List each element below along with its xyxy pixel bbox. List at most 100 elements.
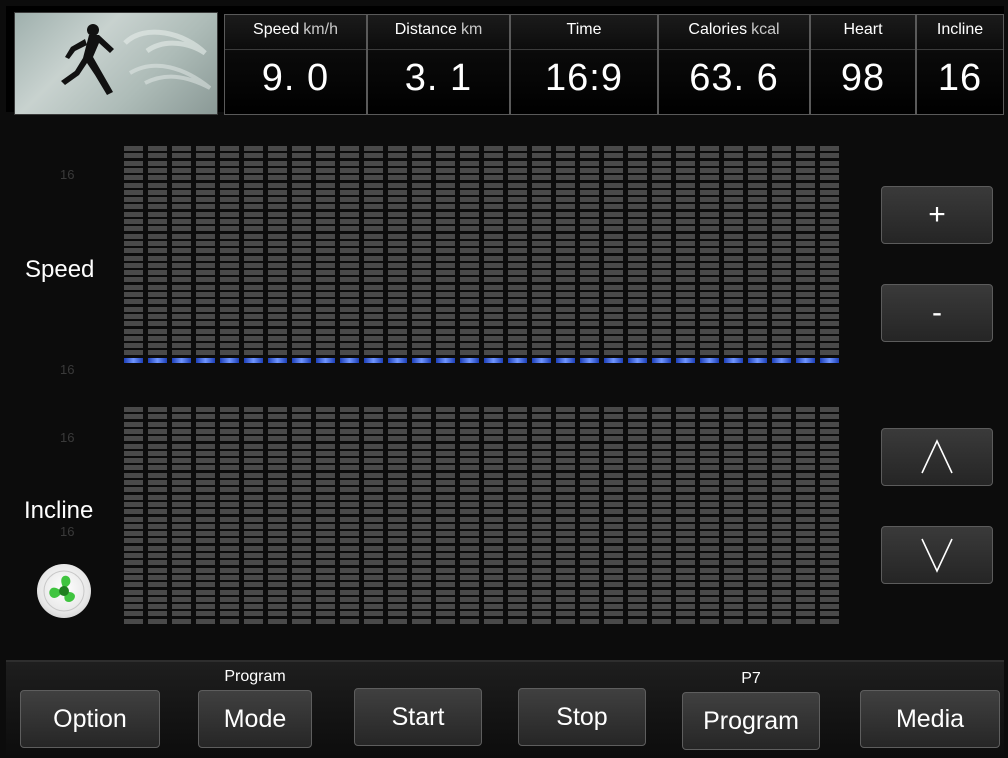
speed-profile-segment bbox=[436, 306, 455, 312]
speed-profile-column[interactable] bbox=[220, 146, 239, 365]
mode-button[interactable]: Mode bbox=[198, 690, 312, 748]
incline-profile-column[interactable] bbox=[220, 407, 239, 626]
incline-profile-column[interactable] bbox=[196, 407, 215, 626]
incline-profile-segment bbox=[196, 407, 215, 412]
distance-stat: Distance km 3. 1 bbox=[367, 14, 510, 115]
media-button[interactable]: Media bbox=[860, 690, 1000, 748]
speed-profile-column[interactable] bbox=[148, 146, 167, 365]
speed-profile-column[interactable] bbox=[508, 146, 527, 365]
incline-profile-segment bbox=[436, 472, 455, 478]
incline-profile-column[interactable] bbox=[796, 407, 815, 626]
incline-profile-column[interactable] bbox=[388, 407, 407, 626]
speed-profile-segment bbox=[484, 343, 503, 349]
incline-profile-column[interactable] bbox=[700, 407, 719, 626]
incline-profile-column[interactable] bbox=[532, 407, 551, 626]
fan-button[interactable] bbox=[37, 564, 91, 618]
incline-profile-column[interactable] bbox=[244, 407, 263, 626]
speed-profile-column[interactable] bbox=[748, 146, 767, 365]
incline-profile-column[interactable] bbox=[628, 407, 647, 626]
speed-profile-column[interactable] bbox=[772, 146, 791, 365]
speed-profile-column[interactable] bbox=[700, 146, 719, 365]
incline-profile-column[interactable] bbox=[820, 407, 839, 626]
decrease-speed-button[interactable]: - bbox=[881, 284, 993, 342]
speed-profile-segment bbox=[508, 175, 527, 181]
speed-profile-segment bbox=[220, 335, 239, 341]
incline-profile-column[interactable] bbox=[316, 407, 335, 626]
speed-profile-column[interactable] bbox=[316, 146, 335, 365]
speed-profile-column[interactable] bbox=[124, 146, 143, 365]
program-button[interactable]: Program bbox=[682, 692, 820, 750]
incline-profile-column[interactable] bbox=[124, 407, 143, 626]
speed-profile-column[interactable] bbox=[388, 146, 407, 365]
speed-profile-column[interactable] bbox=[604, 146, 623, 365]
speed-profile-column[interactable] bbox=[484, 146, 503, 365]
incline-profile-column[interactable] bbox=[292, 407, 311, 626]
incline-profile-column[interactable] bbox=[556, 407, 575, 626]
speed-profile-segment bbox=[772, 211, 791, 217]
incline-profile-column[interactable] bbox=[436, 407, 455, 626]
incline-profile-segment bbox=[244, 574, 263, 580]
incline-profile-segment bbox=[628, 545, 647, 551]
speed-profile-column[interactable] bbox=[724, 146, 743, 365]
speed-profile-column[interactable] bbox=[532, 146, 551, 365]
incline-profile-column[interactable] bbox=[172, 407, 191, 626]
speed-profile-column[interactable] bbox=[628, 146, 647, 365]
incline-profile-column[interactable] bbox=[484, 407, 503, 626]
option-button[interactable]: Option bbox=[20, 690, 160, 748]
speed-profile-segment bbox=[436, 292, 455, 297]
incline-profile-column[interactable] bbox=[724, 407, 743, 626]
incline-profile-segment bbox=[388, 458, 407, 464]
incline-profile-segment bbox=[820, 436, 839, 442]
speed-profile-segment bbox=[460, 350, 479, 356]
incline-profile-column[interactable] bbox=[364, 407, 383, 626]
speed-profile-column[interactable] bbox=[580, 146, 599, 365]
speed-profile-column[interactable] bbox=[172, 146, 191, 365]
incline-profile-segment bbox=[628, 553, 647, 558]
incline-profile-column[interactable] bbox=[508, 407, 527, 626]
incline-profile-column[interactable] bbox=[748, 407, 767, 626]
incline-profile-segment bbox=[676, 553, 695, 558]
decrease-incline-button[interactable] bbox=[881, 526, 993, 584]
incline-profile-column[interactable] bbox=[412, 407, 431, 626]
speed-profile-segment bbox=[412, 357, 431, 363]
speed-profile-column[interactable] bbox=[196, 146, 215, 365]
increase-speed-button[interactable]: + bbox=[881, 186, 993, 244]
incline-stat-label: Incline bbox=[936, 21, 984, 38]
incline-profile-column[interactable] bbox=[148, 407, 167, 626]
stop-button[interactable]: Stop bbox=[518, 688, 646, 746]
incline-profile-graph bbox=[124, 407, 839, 626]
incline-profile-segment bbox=[124, 531, 143, 537]
speed-profile-column[interactable] bbox=[460, 146, 479, 365]
incline-profile-column[interactable] bbox=[604, 407, 623, 626]
speed-profile-column[interactable] bbox=[412, 146, 431, 365]
speed-profile-column[interactable] bbox=[292, 146, 311, 365]
incline-profile-segment bbox=[700, 618, 719, 624]
speed-profile-segment bbox=[388, 328, 407, 334]
incline-profile-column[interactable] bbox=[460, 407, 479, 626]
speed-profile-column[interactable] bbox=[268, 146, 287, 365]
incline-profile-segment bbox=[820, 560, 839, 566]
incline-profile-column[interactable] bbox=[676, 407, 695, 626]
speed-profile-segment bbox=[796, 335, 815, 341]
increase-incline-button[interactable] bbox=[881, 428, 993, 486]
speed-profile-column[interactable] bbox=[340, 146, 359, 365]
speed-profile-column[interactable] bbox=[676, 146, 695, 365]
speed-profile-column[interactable] bbox=[556, 146, 575, 365]
speed-profile-column[interactable] bbox=[244, 146, 263, 365]
incline-profile-segment bbox=[460, 494, 479, 500]
incline-profile-column[interactable] bbox=[772, 407, 791, 626]
incline-profile-column[interactable] bbox=[268, 407, 287, 626]
start-button[interactable]: Start bbox=[354, 688, 482, 746]
speed-profile-column[interactable] bbox=[364, 146, 383, 365]
incline-profile-column[interactable] bbox=[340, 407, 359, 626]
speed-profile-segment bbox=[148, 160, 167, 166]
incline-profile-column[interactable] bbox=[652, 407, 671, 626]
speed-profile-column[interactable] bbox=[796, 146, 815, 365]
speed-profile-segment bbox=[148, 204, 167, 210]
incline-profile-segment bbox=[772, 428, 791, 434]
speed-profile-segment bbox=[604, 321, 623, 327]
incline-profile-column[interactable] bbox=[580, 407, 599, 626]
speed-profile-column[interactable] bbox=[652, 146, 671, 365]
speed-profile-column[interactable] bbox=[436, 146, 455, 365]
speed-profile-column[interactable] bbox=[820, 146, 839, 365]
